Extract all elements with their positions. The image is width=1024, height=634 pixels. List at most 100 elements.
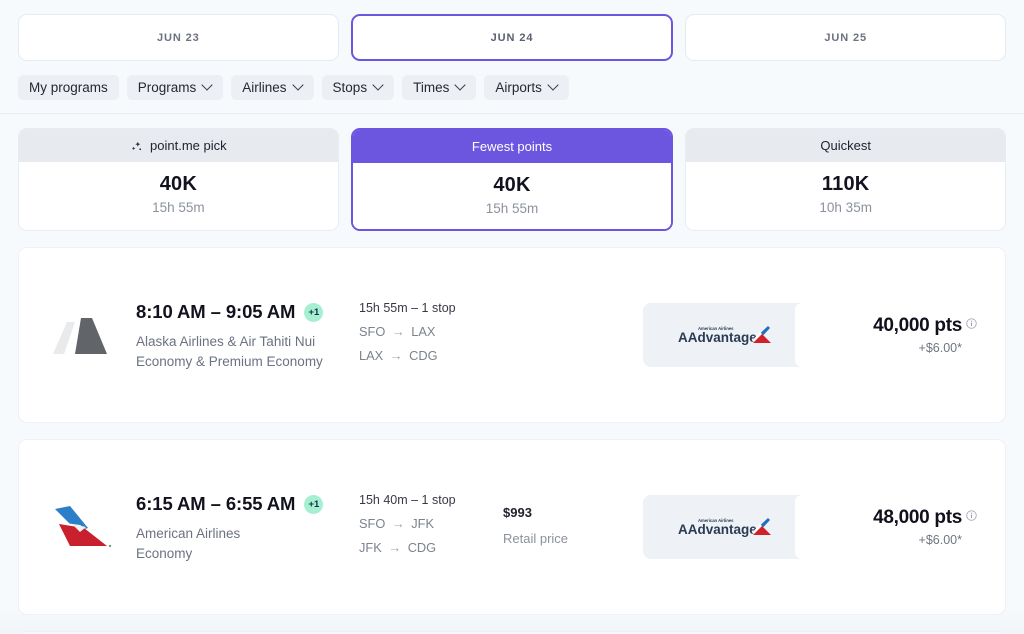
filter-stops[interactable]: Stops [322,75,395,100]
flight-time-block: 8:10 AM – 9:05 AM +1 Alaska Airlines & A… [123,301,353,369]
arrow-right-icon: → [389,324,408,339]
cabin-class: Economy & Premium Economy [136,354,353,369]
flight-time-line: 6:15 AM – 6:55 AM +1 [136,493,353,515]
award-column: AAdvantage American Airlines 40,000 pts [643,303,991,367]
date-tab-jun-25[interactable]: JUN 25 [685,14,1006,61]
leg-origin: SFO [359,516,385,531]
leg-origin: SFO [359,324,385,339]
date-tab-bar: JUN 23 JUN 24 JUN 25 [0,0,1024,61]
award-taxes-fees: +$6.00* [811,341,977,355]
duration-and-stops: 15h 55m – 1 stop [359,301,503,315]
cabin-class: Economy [136,546,353,561]
retail-price-block: $993 Retail price [503,505,643,546]
award-option[interactable]: AAdvantage American Airlines 48,000 pts [643,495,991,559]
summary-card-row: point.me pick 40K 15h 55m Fewest points … [0,114,1024,231]
award-points-line: 48,000 pts [811,507,977,529]
summary-card-body: 40K 15h 55m [19,162,338,228]
filter-label: Programs [138,80,197,95]
filter-label: My programs [29,80,108,95]
award-column: AAdvantage American Airlines 48,000 pts [643,495,991,559]
svg-text:American Airlines: American Airlines [698,326,734,331]
summary-card-header: Quickest [686,129,1005,162]
date-tab-label: JUN 25 [824,32,867,44]
info-circle-icon[interactable] [966,316,977,327]
arrow-right-icon: → [389,516,408,531]
flight-times: 8:10 AM – 9:05 AM [136,301,295,323]
svg-text:AAdvantage: AAdvantage [678,522,757,537]
chevron-down-icon [294,81,303,90]
summary-card-points: 40K [19,173,338,196]
summary-card-title: Quickest [820,138,871,153]
award-points-value: 48,000 pts [873,507,962,529]
retail-price-block [503,328,643,339]
flight-results-list: 8:10 AM – 9:05 AM +1 Alaska Airlines & A… [0,231,1024,634]
airline-logo [41,501,123,553]
leg-destination: JFK [411,516,434,531]
award-option[interactable]: AAdvantage American Airlines 40,000 pts [643,303,991,367]
summary-card-header: Fewest points [353,130,672,163]
aadvantage-logo: AAdvantage American Airlines [653,322,795,348]
flight-route-block: 15h 55m – 1 stop SFO → LAX LAX → CDG [353,301,503,363]
chevron-down-icon [374,81,383,90]
leg-destination: CDG [408,540,436,555]
summary-card-quickest[interactable]: Quickest 110K 10h 35m [685,128,1006,231]
award-points-line: 40,000 pts [811,315,977,337]
summary-card-body: 110K 10h 35m [686,162,1005,228]
flight-leg: SFO → JFK [359,516,503,531]
flight-search-results-page: JUN 23 JUN 24 JUN 25 My programs Program… [0,0,1024,634]
award-points-box: 48,000 pts +$6.00* [795,495,991,559]
sparkle-icon [130,140,143,153]
arrow-right-icon: → [385,540,404,555]
american-airlines-tailfin-logo [50,501,114,553]
date-tab-label: JUN 23 [157,32,200,44]
date-tab-jun-24[interactable]: JUN 24 [351,14,674,61]
airline-name: American Airlines [136,526,353,541]
retail-price-label: Retail price [503,531,643,546]
alaska-airlines-tailfin-logo [51,310,113,360]
filter-label: Stops [333,80,368,95]
leg-origin: JFK [359,540,382,555]
svg-text:AAdvantage: AAdvantage [678,330,757,345]
flight-times: 6:15 AM – 6:55 AM [136,493,295,515]
summary-card-pointme-pick[interactable]: point.me pick 40K 15h 55m [18,128,339,231]
info-circle-icon[interactable] [966,508,977,519]
award-points-value: 40,000 pts [873,315,962,337]
leg-destination: CDG [409,348,437,363]
summary-card-duration: 15h 55m [353,201,672,216]
arrow-right-icon: → [387,348,406,363]
flight-leg: JFK → CDG [359,540,503,555]
flight-route-block: 15h 40m – 1 stop SFO → JFK JFK → CDG [353,493,503,555]
filter-airlines[interactable]: Airlines [231,75,313,100]
summary-card-fewest-points[interactable]: Fewest points 40K 15h 55m [351,128,674,231]
flight-result-row[interactable]: 8:10 AM – 9:05 AM +1 Alaska Airlines & A… [18,247,1006,423]
chevron-down-icon [549,81,558,90]
filter-airports[interactable]: Airports [484,75,569,100]
chevron-down-icon [203,81,212,90]
retail-price-amount: $993 [503,505,643,520]
filter-label: Airlines [242,80,286,95]
leg-origin: LAX [359,348,383,363]
flight-result-row[interactable]: 6:15 AM – 6:55 AM +1 American Airlines E… [18,439,1006,615]
filter-my-programs[interactable]: My programs [18,75,119,100]
svg-text:American Airlines: American Airlines [698,518,734,523]
date-tab-label: JUN 24 [491,32,534,44]
date-tab-jun-23[interactable]: JUN 23 [18,14,339,61]
filter-bar: My programs Programs Airlines Stops Time… [0,61,1024,114]
aadvantage-logo: AAdvantage American Airlines [653,514,795,540]
summary-card-title: point.me pick [150,138,227,153]
summary-card-body: 40K 15h 55m [353,163,672,229]
day-offset-badge: +1 [304,303,323,322]
airline-logo [41,310,123,360]
flight-time-block: 6:15 AM – 6:55 AM +1 American Airlines E… [123,493,353,561]
summary-card-points: 110K [686,173,1005,196]
filter-times[interactable]: Times [402,75,476,100]
filter-programs[interactable]: Programs [127,75,224,100]
summary-card-points: 40K [353,174,672,197]
chevron-down-icon [456,81,465,90]
duration-and-stops: 15h 40m – 1 stop [359,493,503,507]
day-offset-badge: +1 [304,495,323,514]
leg-destination: LAX [411,324,435,339]
flight-leg: LAX → CDG [359,348,503,363]
award-taxes-fees: +$6.00* [811,533,977,547]
airline-name: Alaska Airlines & Air Tahiti Nui [136,334,353,349]
